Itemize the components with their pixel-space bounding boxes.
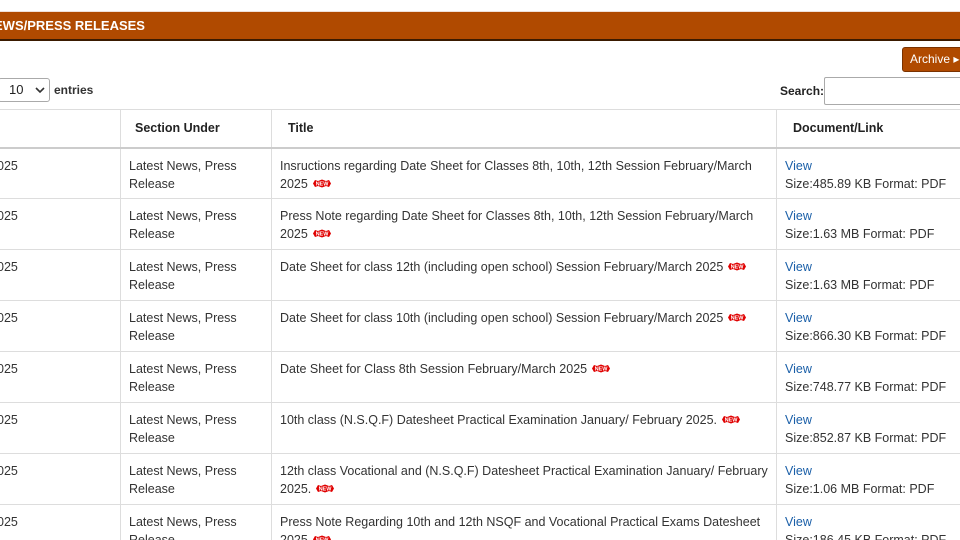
cell-date: 01-2025 (0, 300, 121, 352)
view-document-link[interactable]: View (785, 260, 812, 274)
document-meta: Size:852.87 KB Format: PDF (785, 431, 947, 445)
entries-select-value: 10 (9, 82, 24, 97)
entries-label: entries (54, 83, 94, 97)
view-document-link[interactable]: View (785, 464, 812, 478)
column-header-title[interactable]: Title (271, 109, 777, 149)
top-strip (0, 0, 960, 12)
row-title: Date Sheet for Class 8th Session Februar… (280, 362, 588, 376)
section-banner: EWS/PRESS RELEASES (0, 12, 960, 41)
cell-title: Date Sheet for class 12th (including ope… (271, 249, 777, 301)
cell-section: Latest News, Press Release (120, 198, 272, 250)
new-badge-icon: NEW (316, 484, 335, 493)
table-header-row: te Section Under Title Document/Link (0, 109, 960, 149)
document-meta: Size:1.63 MB Format: PDF (785, 278, 935, 292)
cell-section: Latest News, Press Release (120, 249, 272, 301)
table-row: 01-2025Latest News, Press Release Date Sh… (0, 300, 960, 352)
view-document-link[interactable]: View (785, 159, 812, 173)
cell-title: 10th class (N.S.Q.F) Datesheet Practical… (271, 402, 777, 454)
chevron-down-icon (35, 79, 45, 110)
column-header-section[interactable]: Section Under (120, 109, 272, 149)
new-badge-icon: NEW (728, 262, 747, 271)
view-document-link[interactable]: View (785, 515, 812, 529)
cell-date: 01-2025 (0, 198, 121, 250)
new-badge-icon: NEW (728, 313, 747, 322)
cell-date: 01-2025 (0, 504, 121, 540)
row-title: Date Sheet for class 10th (including ope… (280, 311, 724, 325)
entries-select[interactable]: 10 (0, 78, 50, 102)
table-row: 01-2025Latest News, Press Release12th cl… (0, 453, 960, 505)
cell-date: 01-2025 (0, 147, 121, 199)
new-badge-icon: NEW (312, 229, 331, 238)
cell-document: View Size:485.89 KB Format: PDF (776, 147, 960, 199)
new-badge-icon: NEW (592, 364, 611, 373)
cell-title: Press Note Regarding 10th and 12th NSQF … (271, 504, 777, 540)
svg-text:NEW: NEW (595, 367, 609, 373)
cell-document: View Size:852.87 KB Format: PDF (776, 402, 960, 454)
banner-title: EWS/PRESS RELEASES (0, 18, 145, 33)
cell-section: Latest News, Press Release (120, 300, 272, 352)
column-header-document[interactable]: Document/Link (776, 109, 960, 149)
view-document-link[interactable]: View (785, 362, 812, 376)
cell-section: Latest News, Press Release (120, 453, 272, 505)
table-row: 01-2025Latest News, Press ReleaseInsruct… (0, 147, 960, 199)
cell-document: View Size:1.06 MB Format: PDF (776, 453, 960, 505)
press-release-table: te Section Under Title Document/Link 01-… (0, 109, 960, 540)
row-title: Insructions regarding Date Sheet for Cla… (280, 158, 752, 191)
cell-document: View Size:1.63 MB Format: PDF (776, 249, 960, 301)
cell-title: Date Sheet for Class 8th Session Februar… (271, 351, 777, 403)
new-badge-icon: NEW (312, 179, 331, 188)
cell-section: Latest News, Press Release (120, 504, 272, 540)
cell-document: View Size:748.77 KB Format: PDF (776, 351, 960, 403)
svg-text:NEW: NEW (315, 232, 329, 238)
column-header-date[interactable]: te (0, 109, 121, 149)
cell-document: View Size:1.63 MB Format: PDF (776, 198, 960, 250)
row-title: 12th class Vocational and (N.S.Q.F) Date… (280, 464, 768, 496)
document-meta: Size:866.30 KB Format: PDF (785, 329, 947, 343)
svg-text:NEW: NEW (731, 316, 745, 322)
view-document-link[interactable]: View (785, 209, 812, 223)
new-badge-icon: NEW (722, 415, 740, 424)
archive-button[interactable]: Archive ▸ (902, 47, 960, 72)
cell-date: 01-2025 (0, 453, 121, 505)
new-badge-icon: NEW (312, 535, 331, 540)
cell-title: Insructions regarding Date Sheet for Cla… (271, 147, 777, 199)
document-meta: Size:1.06 MB Format: PDF (785, 482, 935, 496)
table-row: 01-2025Latest News, Press Release 10th cl… (0, 402, 960, 454)
svg-text:NEW: NEW (319, 487, 333, 493)
document-meta: Size:1.63 MB Format: PDF (785, 227, 935, 241)
cell-title: 12th class Vocational and (N.S.Q.F) Date… (271, 453, 777, 505)
cell-date: 01-2025 (0, 402, 121, 454)
row-title: Date Sheet for class 12th (including ope… (280, 260, 724, 274)
view-document-link[interactable]: View (785, 413, 812, 427)
document-meta: Size:186.45 KB Format: PDF (785, 533, 947, 540)
search-input[interactable] (824, 77, 960, 105)
cell-document: View Size:186.45 KB Format: PDF (776, 504, 960, 540)
document-meta: Size:748.77 KB Format: PDF (785, 380, 947, 394)
document-meta: Size:485.89 KB Format: PDF (785, 176, 947, 191)
cell-section: Latest News, Press Release (120, 351, 272, 403)
cell-section: Latest News, Press Release (120, 147, 272, 199)
view-document-link[interactable]: View (785, 311, 812, 325)
table-row: 01-2025Latest News, Press Release Date Sh… (0, 249, 960, 301)
svg-text:NEW: NEW (315, 181, 329, 187)
cell-title: Press Note regarding Date Sheet for Clas… (271, 198, 777, 250)
cell-section: Latest News, Press Release (120, 402, 272, 454)
cell-title: Date Sheet for class 10th (including ope… (271, 300, 777, 352)
svg-text:NEW: NEW (725, 418, 739, 424)
table-row: 01-2025Latest News, Press ReleasePress N… (0, 198, 960, 250)
cell-date: 01-2025 (0, 351, 121, 403)
table-row: 01-2025Latest News, Press Release Date Sh… (0, 351, 960, 403)
cell-document: View Size:866.30 KB Format: PDF (776, 300, 960, 352)
row-title: 10th class (N.S.Q.F) Datesheet Practical… (280, 413, 717, 427)
cell-date: 01-2025 (0, 249, 121, 301)
row-title: Press Note Regarding 10th and 12th NSQF … (280, 515, 761, 540)
table-row: 01-2025Latest News, Press Release Press N… (0, 504, 960, 540)
svg-text:NEW: NEW (731, 265, 745, 271)
search-label: Search: (780, 84, 825, 98)
row-title: Press Note regarding Date Sheet for Clas… (280, 209, 754, 241)
